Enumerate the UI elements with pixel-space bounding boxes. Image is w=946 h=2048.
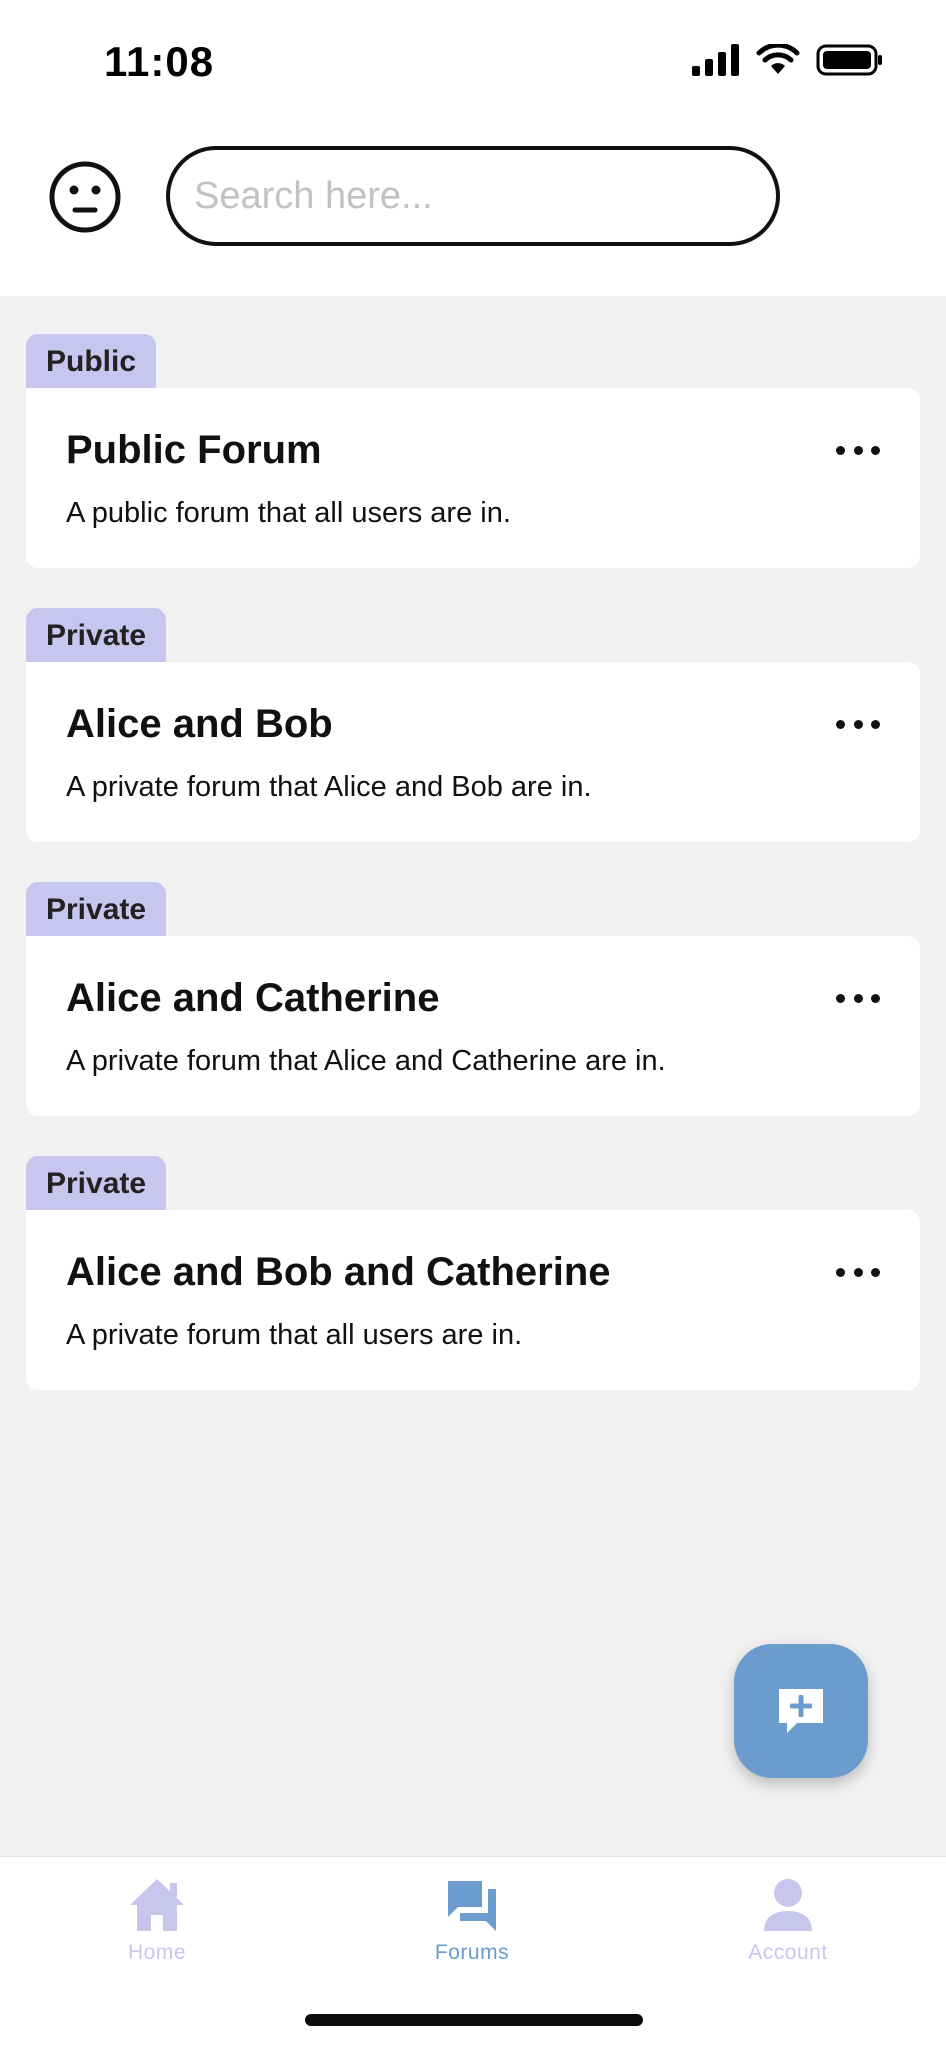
- nav-forums-label: Forums: [434, 1941, 510, 1964]
- search-box[interactable]: [166, 146, 780, 246]
- battery-icon: [816, 44, 882, 76]
- person-icon: [764, 1879, 812, 1931]
- forum-description: A private forum that Alice and Catherine…: [66, 1045, 666, 1077]
- forum-title: Alice and Catherine: [66, 976, 440, 1020]
- forum-title: Alice and Bob and Catherine: [66, 1250, 611, 1294]
- add-comment-icon: [779, 1689, 823, 1733]
- new-forum-button[interactable]: [734, 1644, 868, 1778]
- nav-account[interactable]: Account: [698, 1877, 878, 1965]
- home-indicator: [305, 2014, 643, 2026]
- forum-description: A private forum that all users are in.: [66, 1319, 523, 1351]
- forum-card[interactable]: Public Forum A public forum that all use…: [26, 388, 920, 568]
- forum-item[interactable]: Public Public Forum A public forum that …: [26, 334, 920, 568]
- forum-tag: Public: [26, 334, 157, 388]
- forum-card[interactable]: Alice and Bob and Catherine A private fo…: [26, 1210, 920, 1390]
- nav-home[interactable]: Home: [67, 1877, 247, 1965]
- header: [0, 120, 946, 296]
- forum-description: A private forum that Alice and Bob are i…: [66, 771, 592, 803]
- more-options-icon[interactable]: [836, 1264, 880, 1280]
- forum-card[interactable]: Alice and Bob A private forum that Alice…: [26, 662, 920, 842]
- nav-home-label: Home: [127, 1941, 187, 1964]
- more-options-icon[interactable]: [836, 716, 880, 732]
- forum-item[interactable]: Private Alice and Bob and Catherine A pr…: [26, 1156, 920, 1390]
- wifi-icon: [756, 44, 800, 74]
- forum-title: Alice and Bob: [66, 702, 333, 746]
- status-bar: 11:08: [0, 0, 946, 120]
- neutral-face-icon[interactable]: [48, 160, 122, 234]
- forum-tag: Private: [26, 608, 167, 662]
- forum-item[interactable]: Private Alice and Bob A private forum th…: [26, 608, 920, 842]
- more-options-icon[interactable]: [836, 990, 880, 1006]
- signal-icon: [692, 44, 739, 76]
- forum-title: Public Forum: [66, 428, 322, 472]
- forum-card[interactable]: Alice and Catherine A private forum that…: [26, 936, 920, 1116]
- forum-tag: Private: [26, 1156, 167, 1210]
- home-icon: [130, 1879, 184, 1931]
- forum-icon: [448, 1881, 496, 1931]
- status-icons: [692, 44, 884, 76]
- nav-forums[interactable]: Forums: [382, 1877, 562, 1965]
- nav-account-label: Account: [748, 1941, 828, 1964]
- forum-item[interactable]: Private Alice and Catherine A private fo…: [26, 882, 920, 1116]
- forum-list: Public Public Forum A public forum that …: [26, 334, 920, 1430]
- forum-description: A public forum that all users are in.: [66, 497, 511, 529]
- status-time: 11:08: [104, 38, 215, 85]
- forum-tag: Private: [26, 882, 167, 936]
- more-options-icon[interactable]: [836, 442, 880, 458]
- search-input[interactable]: [194, 174, 752, 218]
